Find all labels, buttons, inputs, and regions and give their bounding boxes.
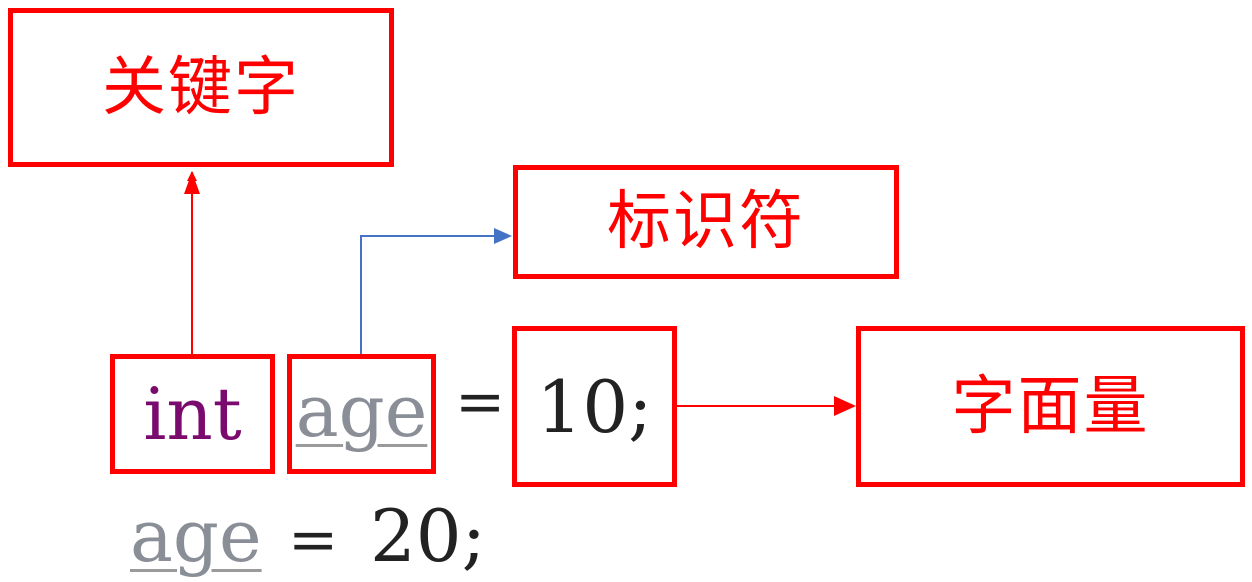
code-identifier-age: age — [295, 369, 428, 453]
label-box-identifier: 标识符 — [513, 165, 899, 279]
code-identifier-age-line2: age — [130, 494, 262, 578]
arrow-keyword-head — [184, 172, 200, 194]
literal-box-10: 10; — [512, 326, 677, 487]
keyword-box-int: int — [110, 354, 275, 474]
code-literal-20: 20 — [370, 494, 462, 578]
code-semicolon-line2: ; — [461, 494, 486, 578]
code-equals-line1: = — [455, 367, 506, 437]
code-keyword-int: int — [143, 372, 242, 456]
label-identifier: 标识符 — [607, 185, 805, 259]
code-equals-line2: = — [288, 505, 339, 575]
code-literal-10: 10 — [536, 364, 629, 449]
label-keyword: 关键字 — [102, 50, 300, 125]
label-box-literal: 字面量 — [856, 326, 1245, 487]
arrow-literal-head — [834, 396, 856, 416]
code-literal-20-group: 20; — [370, 500, 486, 572]
arrow-identifier-head — [494, 228, 512, 244]
label-literal: 字面量 — [951, 369, 1150, 444]
code-literal-10-group: 10; — [537, 371, 653, 443]
code-line-2: age = 20; — [130, 500, 530, 580]
identifier-box-age: age — [287, 354, 436, 474]
code-semicolon-line1: ; — [628, 364, 653, 449]
label-box-keyword: 关键字 — [8, 8, 394, 167]
arrow-identifier — [360, 235, 500, 355]
